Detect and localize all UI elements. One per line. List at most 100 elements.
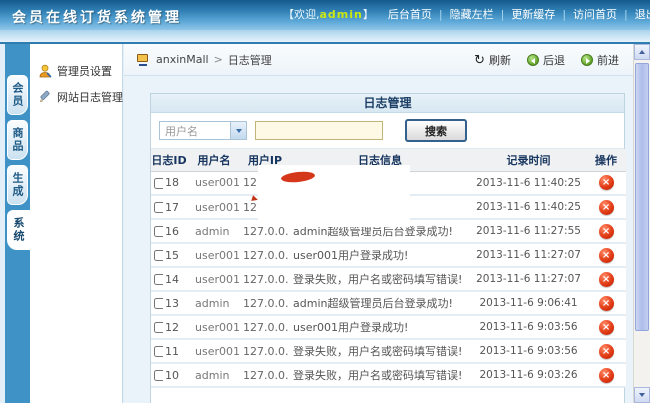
- nav-separator: |: [501, 8, 505, 21]
- delete-icon[interactable]: ×: [599, 200, 614, 215]
- table-row: 11 user001 127.0.0.1 登录失败，用户名或密码填写错误! 20…: [151, 339, 626, 363]
- record-time-cell: 2013-11-6 11:27:07: [471, 267, 586, 291]
- tab-generate[interactable]: 生成: [7, 165, 28, 205]
- username-cell: user001: [187, 195, 241, 219]
- user-ip-cell: 127.0.0.1: [241, 267, 289, 291]
- record-time-cell: 2013-11-6 11:40:25: [471, 195, 586, 219]
- record-time-cell: 2013-11-6 11:40:25: [471, 171, 586, 195]
- row-checkbox[interactable]: [154, 322, 163, 333]
- username-cell: admin: [187, 363, 241, 387]
- scrollbar-up-arrow[interactable]: [634, 44, 650, 60]
- log-id-cell: 18: [163, 171, 187, 195]
- username-cell: admin: [187, 219, 241, 243]
- row-checkbox[interactable]: [154, 370, 163, 381]
- red-annotation-mark: [281, 170, 316, 183]
- refresh-button[interactable]: ↻ 刷新: [474, 52, 511, 68]
- forward-icon: [581, 54, 593, 66]
- member-ordering-admin-page: 会员在线订货系统管理 【欢迎,admin】后台首页|隐藏左栏|更新缓存|访问首页…: [0, 0, 650, 403]
- home-icon: [136, 54, 150, 66]
- search-button[interactable]: 搜索: [405, 119, 467, 142]
- table-row: 14 user001 127.0.0.1 登录失败，用户名或密码填写错误! 20…: [151, 267, 626, 291]
- col-header-log-id: 日志ID: [151, 149, 187, 171]
- nav-link-logout[interactable]: 退出登录: [635, 8, 650, 21]
- delete-icon[interactable]: ×: [599, 248, 614, 263]
- row-checkbox[interactable]: [154, 202, 163, 213]
- col-header-username: 用户名: [187, 149, 241, 171]
- log-id-cell: 16: [163, 219, 187, 243]
- table-row: 12 user001 127.0.0.1 user001用户登录成功! 2013…: [151, 315, 626, 339]
- sidebar-item-label: 管理员设置: [57, 63, 112, 79]
- log-info-cell: 登录失败，用户名或密码填写错误!: [289, 267, 471, 291]
- delete-icon[interactable]: ×: [599, 320, 614, 335]
- log-id-cell: 15: [163, 243, 187, 267]
- search-field-select[interactable]: 用户名: [159, 121, 247, 140]
- breadcrumb-current-page: 日志管理: [228, 52, 272, 68]
- admin-user-icon: [38, 64, 52, 78]
- username-cell: user001: [187, 339, 241, 363]
- delete-icon[interactable]: ×: [599, 344, 614, 359]
- log-id-cell: 14: [163, 267, 187, 291]
- back-icon: [527, 54, 539, 66]
- log-id-cell: 17: [163, 195, 187, 219]
- delete-icon[interactable]: ×: [599, 224, 614, 239]
- delete-icon[interactable]: ×: [599, 368, 614, 383]
- record-time-cell: 2013-11-6 9:03:26: [471, 363, 586, 387]
- scrollbar-down-arrow[interactable]: [634, 387, 650, 403]
- dropdown-arrow-icon[interactable]: [230, 122, 246, 139]
- topbar-divider: [0, 42, 650, 44]
- user-ip-cell: 127.0.0.1: [241, 363, 289, 387]
- log-id-cell: 12: [163, 315, 187, 339]
- table-row: 13 admin 127.0.0.1 admin超级管理员后台登录成功! 201…: [151, 291, 626, 315]
- row-checkbox[interactable]: [154, 274, 163, 285]
- sidebar-item-label: 网站日志管理: [57, 89, 123, 105]
- nav-separator: |: [624, 8, 628, 21]
- delete-icon[interactable]: ×: [599, 296, 614, 311]
- tab-system[interactable]: 系统: [7, 210, 30, 250]
- nav-link-refresh-cache[interactable]: 更新缓存: [511, 8, 555, 21]
- vertical-scrollbar[interactable]: [633, 44, 650, 403]
- refresh-icon: ↻: [474, 54, 485, 67]
- record-time-cell: 2013-11-6 9:03:56: [471, 315, 586, 339]
- log-id-cell: 11: [163, 339, 187, 363]
- row-checkbox[interactable]: [154, 346, 163, 357]
- tab-product[interactable]: 商品: [7, 120, 28, 160]
- log-info-cell: user001用户登录成功!: [289, 315, 471, 339]
- forward-button[interactable]: 前进: [581, 52, 619, 68]
- delete-icon[interactable]: ×: [599, 175, 614, 190]
- row-checkbox[interactable]: [154, 250, 163, 261]
- module-tab-strip: 会员 商品 生成 系统: [5, 44, 30, 403]
- search-input[interactable]: [255, 121, 383, 140]
- scrollbar-thumb[interactable]: [635, 63, 649, 331]
- log-info-cell: user001用户登录成功!: [289, 243, 471, 267]
- breadcrumb-separator: >: [214, 53, 223, 66]
- sidebar-item-admin-settings[interactable]: 管理员设置: [30, 58, 122, 84]
- search-field-selected-value: 用户名: [165, 123, 198, 139]
- nav-link-hide-sidebar[interactable]: 隐藏左栏: [450, 8, 494, 21]
- delete-icon[interactable]: ×: [599, 272, 614, 287]
- log-management-panel: 日志管理 用户名 搜索 日志ID 用户名 用户IP: [150, 93, 625, 403]
- welcome-text: 【欢迎,admin】: [283, 8, 374, 21]
- app-title: 会员在线订货系统管理: [12, 7, 182, 27]
- nav-link-visit-site[interactable]: 访问首页: [573, 8, 617, 21]
- table-row: 15 user001 127.0.0.1 user001用户登录成功! 2013…: [151, 243, 626, 267]
- back-button[interactable]: 后退: [527, 52, 565, 68]
- record-time-cell: 2013-11-6 9:03:56: [471, 339, 586, 363]
- log-info-cell: 登录失败，用户名或密码填写错误!: [289, 363, 471, 387]
- redaction-overlay: [258, 165, 410, 227]
- top-nav: 【欢迎,admin】后台首页|隐藏左栏|更新缓存|访问首页|退出登录: [283, 0, 650, 30]
- record-time-cell: 2013-11-6 9:06:41: [471, 291, 586, 315]
- welcome-username: admin: [320, 8, 363, 21]
- row-checkbox[interactable]: [154, 178, 163, 189]
- row-checkbox[interactable]: [154, 298, 163, 309]
- sidebar-item-site-log-management[interactable]: 网站日志管理: [30, 84, 122, 110]
- breadcrumb-site-link[interactable]: anxinMall: [156, 53, 209, 66]
- username-cell: user001: [187, 171, 241, 195]
- user-ip-cell: 127.0.0.1: [241, 339, 289, 363]
- log-id-cell: 13: [163, 291, 187, 315]
- table-row: 10 admin 127.0.0.1 登录失败，用户名或密码填写错误! 2013…: [151, 363, 626, 387]
- nav-link-backend-home[interactable]: 后台首页: [388, 8, 432, 21]
- user-ip-cell: 127.0.0.1: [241, 315, 289, 339]
- tab-member[interactable]: 会员: [7, 75, 28, 115]
- top-bar: 会员在线订货系统管理 【欢迎,admin】后台首页|隐藏左栏|更新缓存|访问首页…: [0, 0, 650, 30]
- row-checkbox[interactable]: [154, 226, 163, 237]
